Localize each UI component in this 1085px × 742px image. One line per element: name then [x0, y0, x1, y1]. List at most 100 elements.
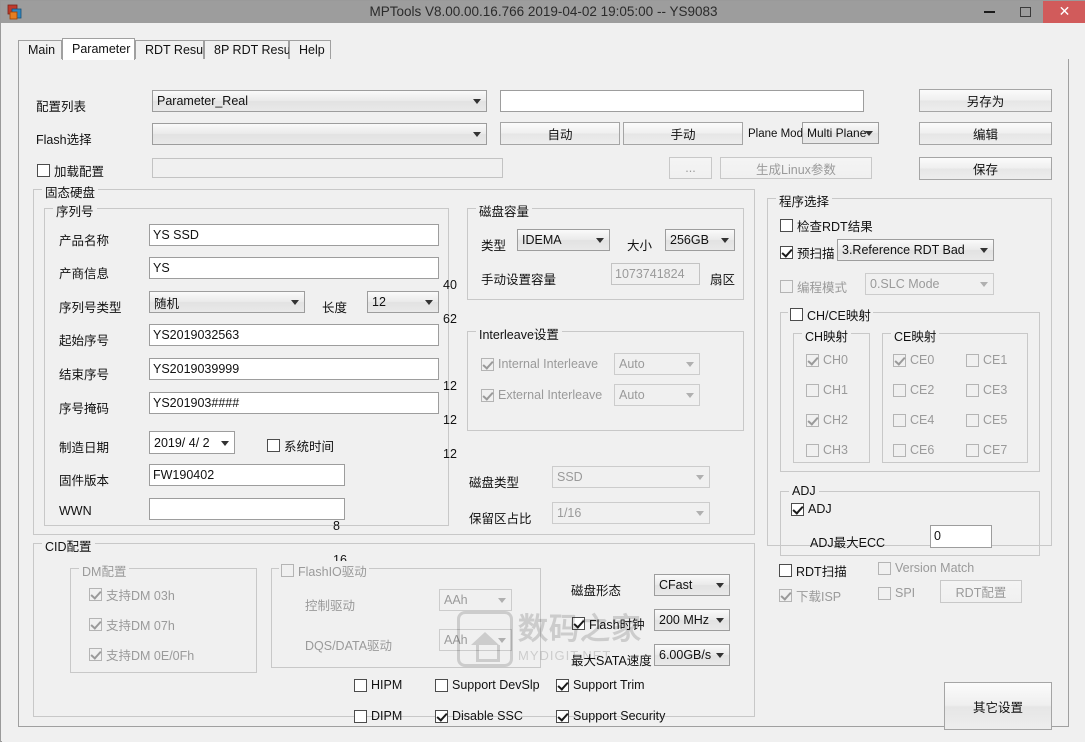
load-config-checkbox[interactable]: 加载配置: [37, 161, 104, 180]
ce5-checkbox[interactable]: CE5: [966, 413, 1007, 427]
adj-checkbox[interactable]: ADJ: [791, 502, 832, 516]
tab-help[interactable]: Help: [289, 40, 331, 59]
disk-type-combo[interactable]: SSD: [552, 466, 710, 488]
rdt-config-button[interactable]: RDT配置: [940, 580, 1022, 603]
dm-07h-checkbox[interactable]: 支持DM 07h: [89, 615, 175, 634]
internal-interleave-combo[interactable]: Auto: [614, 353, 700, 375]
maximize-icon: [1019, 7, 1031, 17]
maximize-button[interactable]: [1007, 1, 1043, 23]
end-sn-input[interactable]: YS2019039999: [149, 358, 439, 380]
minimize-button[interactable]: [971, 1, 1007, 23]
spi-checkbox[interactable]: SPI: [878, 586, 915, 600]
ce0-checkbox[interactable]: CE0: [893, 353, 934, 367]
support-trim-checkbox[interactable]: Support Trim: [556, 678, 645, 692]
ch1-checkbox[interactable]: CH1: [806, 383, 848, 397]
download-isp-checkbox[interactable]: 下载ISP: [779, 586, 841, 605]
product-name-input[interactable]: YS SSD: [149, 224, 439, 246]
chevron-down-icon: [980, 282, 988, 287]
prescan-combo[interactable]: 3.Reference RDT Bad: [837, 239, 994, 261]
save-button[interactable]: 保存: [919, 157, 1052, 180]
plane-mode-combo[interactable]: Multi Plane: [802, 122, 879, 144]
ch0-checkbox[interactable]: CH0: [806, 353, 848, 367]
ctrl-drive-combo[interactable]: AAh: [439, 589, 512, 611]
support-devslp-checkbox[interactable]: Support DevSlp: [435, 678, 540, 692]
length-combo[interactable]: 12: [367, 291, 439, 313]
flash-clock-checkbox[interactable]: Flash时钟: [572, 614, 645, 633]
dipm-label: DIPM: [371, 709, 403, 723]
hipm-checkbox[interactable]: HIPM: [354, 678, 402, 692]
capacity-type-combo[interactable]: IDEMA: [517, 229, 610, 251]
check-rdt-result-checkbox[interactable]: 检查RDT结果: [780, 216, 873, 235]
internal-interleave-checkbox[interactable]: Internal Interleave: [481, 357, 598, 371]
generate-linux-params-button[interactable]: 生成Linux参数: [720, 157, 872, 179]
interleave-group-title: Interleave设置: [476, 324, 562, 343]
check-rdt-result-label: 检查RDT结果: [797, 220, 873, 234]
end-sn-label: 结束序号: [59, 368, 110, 382]
external-interleave-checkbox[interactable]: External Interleave: [481, 388, 602, 402]
save-as-button[interactable]: 另存为: [919, 89, 1052, 112]
reserved-ratio-combo[interactable]: 1/16: [552, 502, 710, 524]
other-settings-button[interactable]: 其它设置: [944, 682, 1052, 730]
disable-ssc-checkbox[interactable]: Disable SSC: [435, 709, 523, 723]
manual-button[interactable]: 手动: [623, 122, 743, 145]
close-button[interactable]: ✕: [1043, 1, 1085, 23]
tab-rdt-result[interactable]: RDT Result: [135, 40, 209, 59]
start-sn-input[interactable]: YS2019032563: [149, 324, 439, 346]
checkbox-box: [893, 383, 906, 397]
dipm-checkbox[interactable]: DIPM: [354, 709, 402, 723]
vendor-input[interactable]: YS: [149, 257, 439, 279]
wwn-input[interactable]: [149, 498, 345, 520]
ch2-checkbox[interactable]: CH2: [806, 413, 848, 427]
ce1-checkbox[interactable]: CE1: [966, 353, 1007, 367]
checkbox-box: [878, 561, 891, 575]
auto-button[interactable]: 自动: [500, 122, 620, 145]
sn-mask-input[interactable]: YS201903####: [149, 392, 439, 414]
checkbox-box: [780, 280, 793, 293]
external-interleave-combo[interactable]: Auto: [614, 384, 700, 406]
system-time-checkbox[interactable]: 系统时间: [267, 436, 334, 455]
version-match-checkbox[interactable]: Version Match: [878, 561, 974, 575]
tab-8p-rdt-result[interactable]: 8P RDT Result: [204, 40, 297, 59]
ce3-checkbox[interactable]: CE3: [966, 383, 1007, 397]
browse-button[interactable]: ...: [669, 157, 712, 179]
manual-capacity-input[interactable]: 1073741824: [611, 263, 700, 285]
capacity-size-combo[interactable]: 256GB: [665, 229, 735, 251]
program-mode-combo[interactable]: 0.SLC Mode: [865, 273, 994, 295]
disk-form-combo[interactable]: CFast: [654, 574, 730, 596]
config-list-combo[interactable]: Parameter_Real: [152, 90, 487, 112]
dm-07h-label: 支持DM 07h: [106, 619, 175, 633]
fw-version-input[interactable]: FW190402: [149, 464, 345, 486]
ch-ce-mapping-checkbox[interactable]: CH/CE映射: [788, 305, 873, 324]
checkbox-box: [481, 357, 494, 371]
checkbox-box: [806, 383, 819, 397]
support-security-checkbox[interactable]: Support Security: [556, 709, 665, 723]
capacity-size-value: 256GB: [670, 233, 709, 247]
flashio-drive-checkbox[interactable]: FlashIO驱动: [279, 561, 369, 580]
ce2-checkbox[interactable]: CE2: [893, 383, 934, 397]
flash-select-combo[interactable]: [152, 123, 487, 145]
system-time-label: 系统时间: [284, 440, 335, 454]
tab-parameter[interactable]: Parameter: [62, 38, 135, 60]
rdt-scan-checkbox[interactable]: RDT扫描: [779, 561, 847, 580]
ce7-checkbox[interactable]: CE7: [966, 443, 1007, 457]
chevron-down-icon: [596, 238, 604, 243]
product-name-length: 40: [443, 278, 457, 292]
tab-main[interactable]: Main: [18, 40, 62, 59]
program-mode-checkbox[interactable]: 编程模式: [780, 277, 847, 296]
max-sata-speed-combo[interactable]: 6.00GB/s: [654, 644, 730, 666]
checkbox-box: [893, 413, 906, 427]
ce4-checkbox[interactable]: CE4: [893, 413, 934, 427]
ce6-checkbox[interactable]: CE6: [893, 443, 934, 457]
flash-clock-combo[interactable]: 200 MHz: [654, 609, 730, 631]
prescan-checkbox[interactable]: 预扫描: [780, 243, 835, 262]
dm-03h-checkbox[interactable]: 支持DM 03h: [89, 585, 175, 604]
load-config-path-field[interactable]: [152, 158, 503, 178]
edit-button[interactable]: 编辑: [919, 122, 1052, 145]
dm-0e0fh-checkbox[interactable]: 支持DM 0E/0Fh: [89, 645, 194, 664]
dqs-drive-combo[interactable]: AAh: [439, 629, 512, 651]
sn-type-combo[interactable]: 随机: [149, 291, 305, 313]
ch3-checkbox[interactable]: CH3: [806, 443, 848, 457]
adj-max-ecc-input[interactable]: 0: [930, 525, 992, 548]
mfg-date-picker[interactable]: 2019/ 4/ 2: [149, 431, 235, 454]
config-path-field[interactable]: [500, 90, 864, 112]
